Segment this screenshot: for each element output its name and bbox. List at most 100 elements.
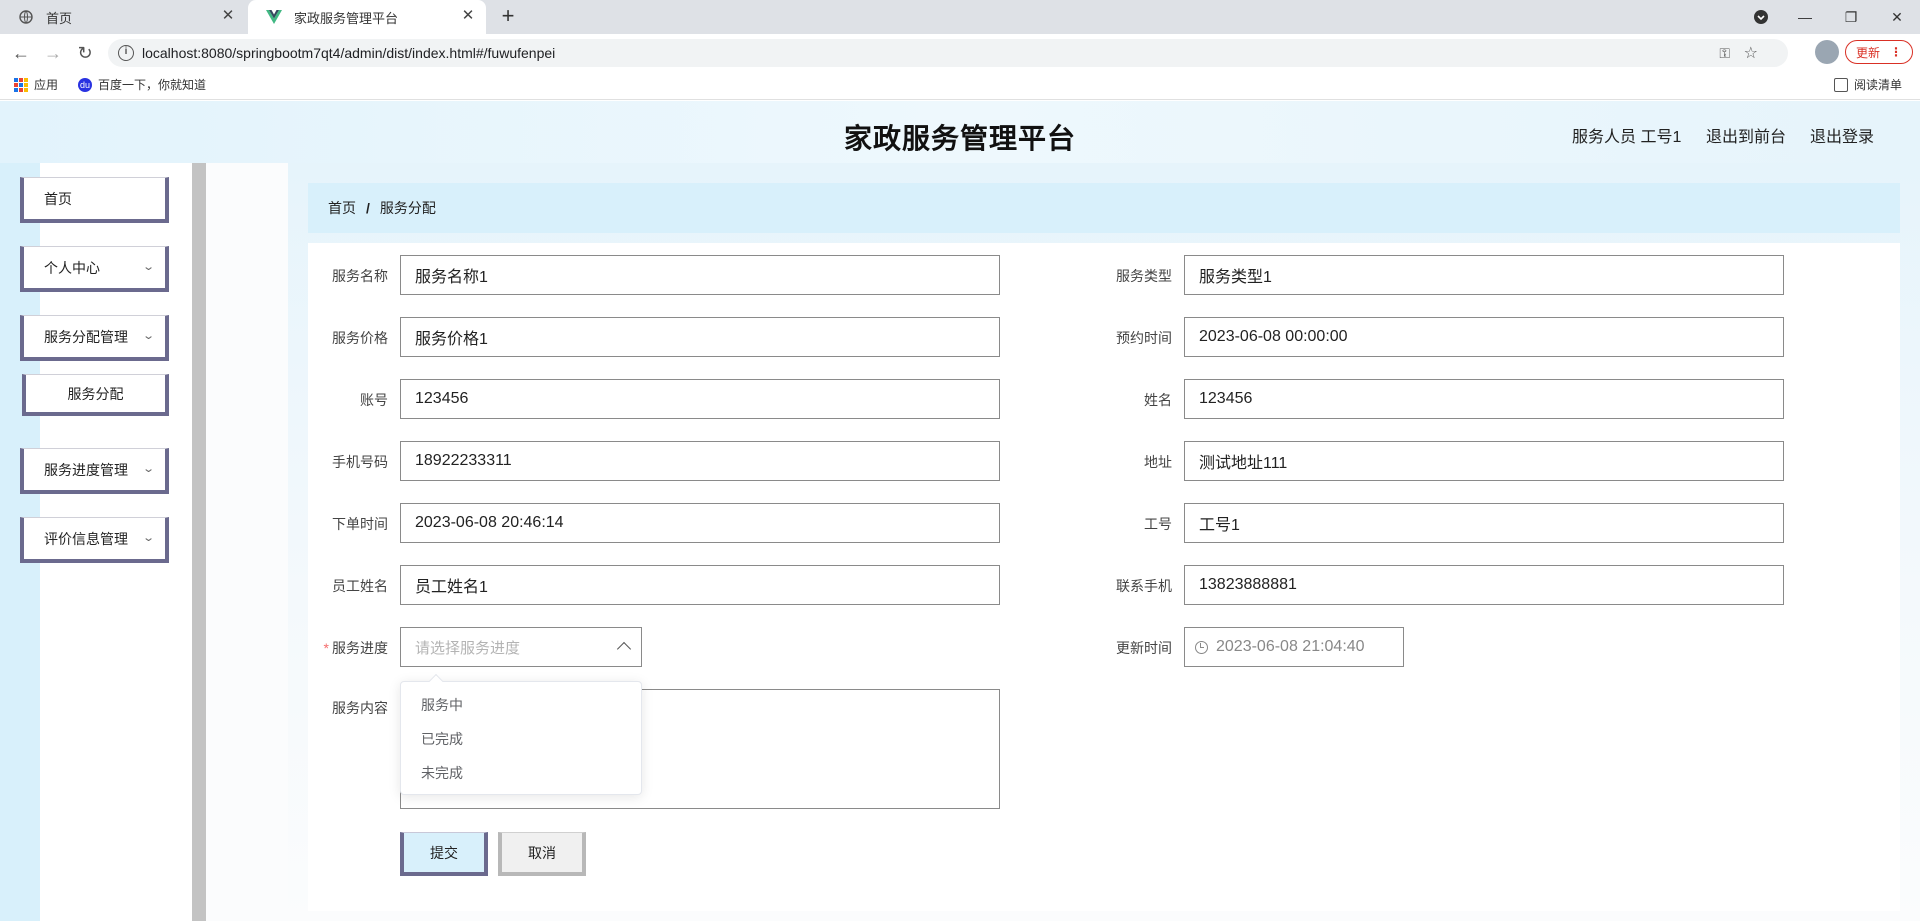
select-placeholder: 请选择服务进度 [415, 639, 521, 657]
clock-icon [1195, 640, 1208, 654]
close-tab-icon[interactable]: ✕ [460, 8, 476, 24]
exit-to-front-link[interactable]: 退出到前台 [1706, 123, 1786, 147]
vue-logo-icon [266, 9, 282, 25]
reading-list-label: 阅读清单 [1854, 78, 1903, 92]
baidu-paw-icon: du [78, 77, 92, 92]
contact-phone-field[interactable]: 13823888881 [1184, 565, 1784, 605]
order-time-field[interactable]: 2023-06-08 20:46:14 [400, 503, 1000, 543]
bookmark-baidu[interactable]: du 百度一下，你就知道 [78, 76, 206, 93]
url-text[interactable]: localhost:8080/springbootm7qt4/admin/dis… [142, 45, 555, 61]
field-label-employee-name: 员工姓名 [332, 578, 388, 594]
profile-avatar[interactable] [1815, 40, 1839, 64]
logout-link[interactable]: 退出登录 [1810, 123, 1874, 147]
sidebar-item-label: 个人中心 [44, 259, 100, 276]
app-header: 家政服务管理平台 服务人员 工号1 退出到前台 退出登录 [0, 101, 1920, 163]
field-label-service-progress: * 服务进度 [308, 638, 388, 658]
field-value: 18922233311 [415, 452, 512, 469]
field-value: 服务类型1 [1199, 269, 1272, 286]
required-mark: * [323, 640, 329, 656]
close-tab-icon[interactable]: ✕ [220, 8, 236, 24]
back-arrow-icon[interactable]: ← [8, 40, 34, 66]
bookmark-label: 应用 [34, 78, 59, 92]
update-label: 更新 [1855, 45, 1880, 60]
sidebar-item-service-assignment-mgmt[interactable]: 服务分配管理 ⌄ [20, 315, 169, 361]
service-progress-select[interactable]: 请选择服务进度 [400, 627, 642, 667]
field-label-order-time: 下单时间 [332, 516, 388, 532]
sidebar-item-label: 评价信息管理 [44, 530, 128, 547]
field-label-service-type: 服务类型 [1116, 268, 1172, 284]
breadcrumb-separator: / [366, 200, 370, 216]
reload-icon[interactable]: ↻ [72, 40, 98, 66]
field-label-phone: 手机号码 [332, 454, 388, 470]
breadcrumb-current: 服务分配 [379, 200, 436, 216]
tab-title: 家政服务管理平台 [294, 10, 399, 26]
field-value: 13823888881 [1199, 576, 1297, 593]
appointment-time-field[interactable]: 2023-06-08 00:00:00 [1184, 317, 1784, 357]
account-field[interactable]: 123456 [400, 379, 1000, 419]
breadcrumb-home[interactable]: 首页 [328, 198, 356, 218]
tab-search-icon[interactable] [1738, 0, 1784, 34]
update-time-picker[interactable]: 2023-06-08 21:04:40 [1184, 627, 1404, 667]
bookmark-star-icon[interactable]: ☆ [1744, 43, 1758, 63]
site-info-icon[interactable]: i [118, 45, 134, 61]
field-value: 测试地址111 [1199, 455, 1288, 472]
service-name-field[interactable]: 服务名称1 [400, 255, 1000, 295]
field-value: 员工姓名1 [415, 579, 488, 596]
sidebar-subitem-service-assignment[interactable]: 服务分配 [22, 374, 169, 416]
bookmarks-bar: 应用 du 百度一下，你就知道 阅读清单 [0, 70, 1920, 100]
browser-update-button[interactable]: 更新 ⋮ [1845, 40, 1913, 64]
field-value: 123456 [1199, 390, 1253, 407]
chevron-down-icon: ⌄ [141, 261, 155, 273]
forward-arrow-icon[interactable]: → [40, 40, 66, 66]
employee-name-field[interactable]: 员工姓名1 [400, 565, 1000, 605]
option-in-service[interactable]: 服务中 [401, 688, 641, 722]
option-completed[interactable]: 已完成 [401, 722, 641, 756]
submit-button[interactable]: 提交 [400, 832, 488, 876]
sidebar-item-personal-center[interactable]: 个人中心 ⌄ [20, 246, 169, 292]
field-label-account: 账号 [360, 392, 388, 408]
option-not-completed[interactable]: 未完成 [401, 756, 641, 790]
field-label-name: 姓名 [1144, 392, 1172, 408]
name-field[interactable]: 123456 [1184, 379, 1784, 419]
field-label-address: 地址 [1144, 454, 1172, 470]
browser-tab-active[interactable]: 家政服务管理平台 ✕ [248, 0, 486, 34]
reading-list[interactable]: 阅读清单 [1834, 76, 1902, 93]
sidebar-item-label: 首页 [44, 190, 72, 207]
sidebar-item-review-mgmt[interactable]: 评价信息管理 ⌄ [20, 517, 169, 563]
more-menu-icon: ⋮ [1890, 45, 1902, 59]
new-tab-icon[interactable]: + [496, 5, 520, 29]
sidebar-item-home[interactable]: 首页 [20, 177, 169, 223]
field-value: 2023-06-08 21:04:40 [1216, 638, 1365, 655]
service-price-field[interactable]: 服务价格1 [400, 317, 1000, 357]
browser-tab-home[interactable]: 首页 ✕ [0, 0, 246, 34]
field-value: 2023-06-08 00:00:00 [1199, 328, 1348, 345]
cancel-button[interactable]: 取消 [498, 832, 586, 876]
sidebar-scroll-rail[interactable] [192, 163, 206, 921]
phone-field[interactable]: 18922233311 [400, 441, 1000, 481]
employee-id-field[interactable]: 工号1 [1184, 503, 1784, 543]
url-omnibox[interactable]: i localhost:8080/springbootm7qt4/admin/d… [108, 39, 1788, 67]
sidebar-item-label: 服务分配 [67, 385, 124, 402]
restore-icon[interactable]: ❐ [1828, 0, 1874, 34]
globe-icon [18, 9, 34, 25]
field-value: 工号1 [1199, 517, 1240, 534]
sidebar-item-label: 服务分配管理 [44, 328, 128, 345]
field-label-text: 服务进度 [332, 640, 388, 656]
chevron-down-icon: ⌄ [141, 463, 155, 475]
window-close-icon[interactable]: ✕ [1874, 0, 1920, 34]
bookmark-apps[interactable]: 应用 [14, 76, 58, 93]
breadcrumb: 首页 / 服务分配 [308, 183, 1900, 233]
field-label-service-price: 服务价格 [332, 330, 388, 346]
field-label-contact-phone: 联系手机 [1116, 578, 1172, 594]
content-gap [206, 163, 288, 921]
service-type-field[interactable]: 服务类型1 [1184, 255, 1784, 295]
field-label-service-name: 服务名称 [332, 268, 388, 284]
key-icon[interactable]: ⚿ [1719, 45, 1730, 62]
minimize-icon[interactable]: — [1782, 0, 1828, 34]
sidebar-item-service-progress-mgmt[interactable]: 服务进度管理 ⌄ [20, 448, 169, 494]
address-field[interactable]: 测试地址111 [1184, 441, 1784, 481]
bookmark-label: 百度一下，你就知道 [98, 78, 207, 92]
service-progress-dropdown: 服务中 已完成 未完成 [400, 673, 642, 795]
field-value: 123456 [415, 390, 469, 407]
field-value: 服务价格1 [415, 331, 488, 348]
